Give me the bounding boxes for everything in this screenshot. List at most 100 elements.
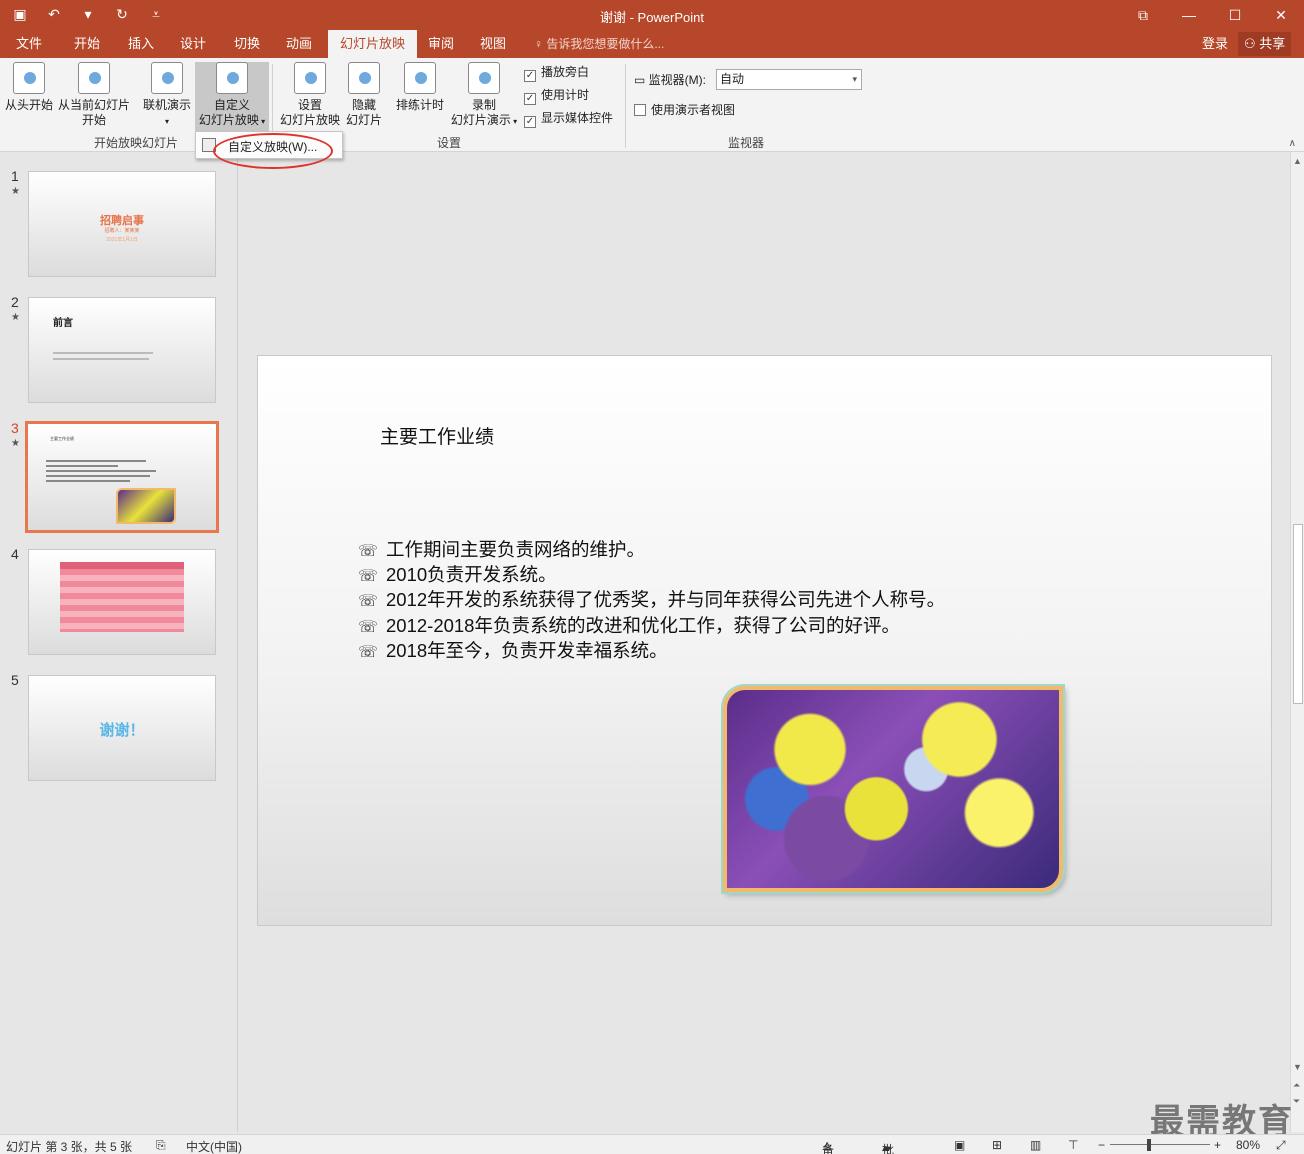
status-bar: 幻灯片 第 3 张，共 5 张 ⎘ 中文(中国) ≙ 备注 ▰ 批注 ▣ ⊞ ▥… [0,1134,1304,1154]
from-current-slide-button[interactable]: 从当前幻灯片 开始 [56,62,132,128]
hide-slide-icon [348,62,380,94]
tab-design[interactable]: 设计 [172,30,214,58]
telephone-bullet-icon: ☏ [358,643,379,661]
slide-thumbnail[interactable]: 谢谢！ [28,675,216,781]
custom-slideshow-icon [216,62,248,94]
setup-slideshow-button[interactable]: 设置 幻灯片放映 [279,62,341,128]
slide-thumbnail[interactable]: 前言 [28,297,216,403]
play-narrations-checkbox[interactable]: ✓ 播放旁白 [524,64,589,82]
zoom-slider-handle[interactable] [1147,1139,1151,1151]
thumbnail-date: 2021年1月1日 [106,237,138,243]
slide-canvas[interactable]: 主要工作业绩 ☏ 工作期间主要负责网络的维护。 ☏ 2010负责开发系统。 ☏ 201… [257,355,1272,926]
chevron-down-icon: ▾ [258,117,266,126]
checkmark-icon: ✓ [524,116,536,128]
record-icon [468,62,500,94]
previous-slide-icon[interactable]: ⏶ [1293,1080,1300,1091]
group-divider [625,64,626,148]
thumbnail-title: 主要工作业绩 [50,436,74,441]
vertical-scrollbar[interactable]: ▲ ▼ ⏶ ⏷ [1290,152,1304,1132]
close-icon[interactable]: ✕ [1258,0,1304,30]
slide-number: 4 [11,546,19,562]
zoom-out-icon[interactable]: − [1098,1138,1105,1152]
list-item: ☏ 2018年至今，负责开发幸福系统。 [358,639,945,664]
slide-position-status: 幻灯片 第 3 张，共 5 张 [6,1140,133,1154]
slide-number: 1 [11,168,19,184]
thumbnail-image [116,488,176,524]
person-icon: ⚇ [1244,36,1260,51]
scrollbar-thumb[interactable] [1293,524,1303,704]
zoom-level[interactable]: 80% [1236,1138,1260,1152]
telephone-bullet-icon: ☏ [358,593,379,611]
ribbon-display-options-icon[interactable]: ⧉ [1120,0,1166,30]
reading-view-icon[interactable]: ▥ [1030,1138,1041,1152]
telephone-bullet-icon: ☏ [358,543,379,560]
custom-slideshow-button[interactable]: 自定义 幻灯片放映 ▾ [195,62,269,134]
bullet-list[interactable]: ☏ 工作期间主要负责网络的维护。 ☏ 2010负责开发系统。 ☏ 2012年开发的系统… [358,538,945,664]
fit-to-window-icon[interactable]: ⤢ [1276,1138,1286,1153]
tell-me-search[interactable]: ♀ 告诉我您想要做什么... [534,30,664,58]
tab-home[interactable]: 开始 [66,30,108,58]
setup-slideshow-icon [294,62,326,94]
play-from-current-icon [78,62,110,94]
monitor-select[interactable]: 自动 ▾ [716,69,862,90]
list-item: ☏ 工作期间主要负责网络的维护。 [358,538,945,563]
checkmark-icon: ✓ [524,93,536,105]
presenter-view-checkbox[interactable]: 使用演示者视图 [634,102,735,118]
slideshow-view-icon[interactable]: ⊤ [1068,1138,1078,1152]
slide-number: 3 [11,420,19,436]
tab-insert[interactable]: 插入 [120,30,162,58]
hide-slide-button[interactable]: 隐藏 幻灯片 [343,62,385,128]
monitor-label: ▭ 监视器(M): [634,73,706,87]
list-item: ☏ 2012年开发的系统获得了优秀奖，并与同年获得公司先进个人称号。 [358,588,945,613]
slide-picture[interactable] [723,686,1063,892]
transition-star-icon: ★ [11,438,20,449]
thumbnail-text-line [53,358,149,360]
slide-number: 5 [11,672,19,688]
slide-thumbnail-selected[interactable]: 主要工作业绩 [25,421,219,533]
window-title: 谢谢 - PowerPoint [599,10,705,25]
zoom-in-icon[interactable]: + [1214,1138,1221,1152]
spellcheck-icon[interactable]: ⎘ [156,1138,166,1153]
tab-animations[interactable]: 动画 [278,30,320,58]
transition-star-icon: ★ [11,312,20,323]
record-slideshow-button[interactable]: 录制 幻灯片演示 ▾ [448,62,520,129]
list-item: ☏ 2012-2018年负责系统的改进和优化工作，获得了公司的好评。 [358,614,945,639]
tab-view[interactable]: 视图 [472,30,514,58]
slide-thumbnail-pane: 1 ★ 招聘启事 招聘人：某某某 2021年1月1日 2 ★ 前言 3 ★ 主要… [0,152,238,1132]
next-slide-icon[interactable]: ⏷ [1293,1096,1300,1107]
share-button[interactable]: ⚇ 共享 [1238,32,1292,56]
rehearse-timings-button[interactable]: 排练计时 [393,62,447,113]
checkmark-icon: ✓ [524,70,536,82]
group-label-start: 开始放映幻灯片 [94,136,179,150]
minimize-icon[interactable]: — [1166,0,1212,30]
zoom-slider[interactable] [1110,1144,1210,1145]
use-timings-checkbox[interactable]: ✓ 使用计时 [524,87,589,105]
slide-thumbnail[interactable]: 招聘启事 招聘人：某某某 2021年1月1日 [28,171,216,277]
thumbnail-subtitle: 招聘人：某某某 [104,228,140,234]
tab-file[interactable]: 文件 [8,30,50,58]
collapse-ribbon-icon[interactable]: ∧ [1289,138,1296,149]
scroll-down-icon[interactable]: ▼ [1293,1062,1302,1072]
thumbnail-text-line [46,460,146,462]
slide-title[interactable]: 主要工作业绩 [380,422,494,449]
window-controls: ⧉ — ☐ ✕ [1120,0,1304,30]
slide-sorter-icon[interactable]: ⊞ [992,1138,1002,1152]
maximize-icon[interactable]: ☐ [1212,0,1258,30]
tab-review[interactable]: 审阅 [420,30,462,58]
slide-thumbnail[interactable] [28,549,216,655]
stopwatch-icon [404,62,436,94]
chevron-down-icon: ▾ [852,74,857,84]
group-label-setup: 设置 [437,136,462,150]
tab-transitions[interactable]: 切换 [226,30,268,58]
login-link[interactable]: 登录 [1202,30,1228,58]
tab-slideshow[interactable]: 幻灯片放映 [328,30,418,58]
show-media-controls-checkbox[interactable]: ✓ 显示媒体控件 [524,110,613,128]
transition-star-icon: ★ [11,186,20,197]
highlight-annotation [213,133,333,169]
scroll-up-icon[interactable]: ▲ [1293,156,1302,166]
thumbnail-text-line [46,475,150,477]
normal-view-icon[interactable]: ▣ [954,1138,965,1152]
from-beginning-button[interactable]: 从头开始 [4,62,54,113]
language-status[interactable]: 中文(中国) [186,1138,242,1154]
present-online-button[interactable]: 联机演示 ▾ [141,62,193,129]
